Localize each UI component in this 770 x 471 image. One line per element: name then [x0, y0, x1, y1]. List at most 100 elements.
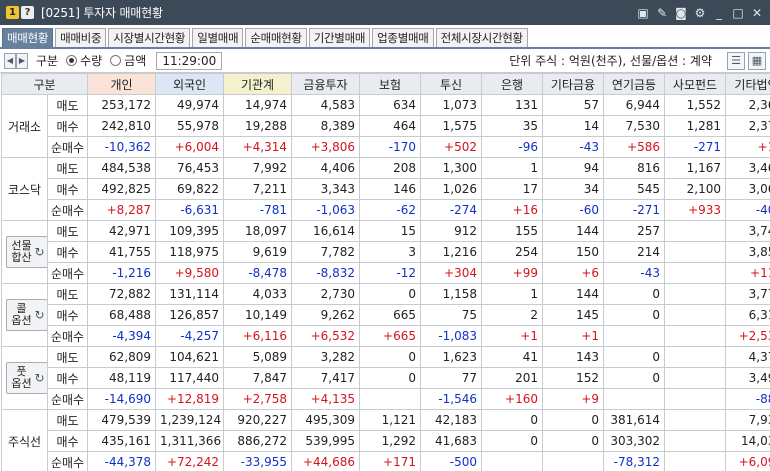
value-cell: 104,621: [155, 346, 224, 368]
market-cell[interactable]: 풋 옵션 ↻: [1, 346, 48, 410]
value-cell: 1,073: [420, 94, 482, 116]
value-cell: -6,631: [155, 199, 224, 221]
tab-6[interactable]: 업종별매매: [372, 28, 434, 47]
tab-0[interactable]: 매매현황: [2, 28, 54, 47]
list-view-icon[interactable]: ☰: [727, 51, 745, 70]
time-input[interactable]: 11:29:00: [156, 51, 223, 70]
value-cell: 492,825: [87, 178, 156, 200]
value-cell: -271: [603, 199, 665, 221]
radio-quantity[interactable]: 수량: [66, 52, 102, 69]
column-header-8[interactable]: 기타금융: [542, 73, 604, 95]
market-toggle-button[interactable]: 풋 옵션 ↻: [6, 362, 47, 394]
value-cell: 152: [542, 367, 604, 389]
memo-icon[interactable]: ✎: [655, 6, 669, 20]
value-cell: 0: [359, 346, 421, 368]
value-cell: -500: [420, 451, 482, 471]
screen-number-badge[interactable]: 1: [6, 6, 19, 19]
value-cell: 214: [603, 241, 665, 263]
market-cell[interactable]: 선물 합산 ↻: [1, 220, 48, 284]
column-header-0[interactable]: 구분: [1, 73, 88, 95]
value-cell: 1,158: [420, 283, 482, 305]
value-cell: -78,312: [603, 451, 665, 471]
tab-1[interactable]: 매매비중: [55, 28, 107, 47]
prev-arrow-icon[interactable]: ◀: [4, 52, 16, 69]
value-cell: 4,406: [291, 157, 360, 179]
value-cell: 131: [481, 94, 543, 116]
value-cell: -271: [664, 136, 726, 158]
value-cell: 1,552: [664, 94, 726, 116]
tab-4[interactable]: 순매매현황: [245, 28, 307, 47]
column-header-5[interactable]: 보험: [359, 73, 421, 95]
value-cell: 109,395: [155, 220, 224, 242]
maximize-icon[interactable]: □: [731, 6, 745, 20]
market-button-label: 옵션: [11, 314, 32, 327]
value-cell: 14,030: [725, 430, 770, 452]
gubun-label: 구분: [36, 54, 59, 68]
value-cell: 242,810: [87, 115, 156, 137]
value-cell: 118,975: [155, 241, 224, 263]
value-cell: 6,944: [603, 94, 665, 116]
value-cell: 15: [359, 220, 421, 242]
refresh-icon[interactable]: ↻: [34, 372, 44, 384]
value-cell: 55,978: [155, 115, 224, 137]
market-cell: 거래소: [1, 94, 48, 158]
grid-view-icon[interactable]: ▦: [748, 51, 766, 70]
next-arrow-icon[interactable]: ▶: [16, 52, 28, 69]
tab-5[interactable]: 기간별매매: [308, 28, 371, 47]
tab-2[interactable]: 시장별시간현황: [108, 28, 191, 47]
refresh-icon[interactable]: ↻: [34, 246, 44, 258]
value-cell: 1,292: [359, 430, 421, 452]
window-icon[interactable]: ▣: [636, 6, 650, 20]
value-cell: 150: [542, 241, 604, 263]
market-toggle-button[interactable]: 선물 합산 ↻: [6, 236, 47, 268]
value-cell: 145: [542, 304, 604, 326]
value-cell: 3: [359, 241, 421, 263]
value-cell: +1: [542, 325, 604, 347]
column-header-3[interactable]: 기관계: [223, 73, 292, 95]
radio-amount-dot[interactable]: [110, 55, 122, 66]
value-cell: -96: [481, 136, 543, 158]
table-row: 풋 옵션 ↻ 매도 62,809 104,621 5,089 3,282 0 1,623 41 143…: [1, 346, 770, 410]
row-label-sell: 매도: [47, 283, 88, 305]
value-cell: [664, 388, 726, 410]
column-header-7[interactable]: 은행: [481, 73, 543, 95]
value-cell: [664, 430, 726, 452]
column-header-9[interactable]: 연기금등: [603, 73, 665, 95]
tab-7[interactable]: 전체시장시간현황: [435, 28, 528, 47]
column-header-4[interactable]: 금융투자: [291, 73, 360, 95]
market-toggle-button[interactable]: 콜 옵션 ↻: [6, 299, 47, 331]
value-cell: 77: [420, 367, 482, 389]
market-cell[interactable]: 콜 옵션 ↻: [1, 283, 48, 347]
row-label-net: 순매수: [47, 199, 88, 221]
column-header-6[interactable]: 투신: [420, 73, 482, 95]
table-row: 코스닥 매도 484,538 76,453 7,992 4,406 208 1,300 1 94 8…: [1, 157, 770, 221]
value-cell: 69,822: [155, 178, 224, 200]
refresh-icon[interactable]: ↻: [34, 309, 44, 321]
column-header-11[interactable]: 기타법인: [725, 73, 770, 95]
value-cell: -1,546: [420, 388, 482, 410]
row-label-sell: 매도: [47, 220, 88, 242]
value-cell: 10,149: [223, 304, 292, 326]
minimize-icon[interactable]: _: [712, 6, 726, 20]
radio-amount[interactable]: 금액: [110, 52, 146, 69]
value-cell: 6,313: [725, 304, 770, 326]
column-header-1[interactable]: 개인: [87, 73, 156, 95]
tab-3[interactable]: 일별매매: [192, 28, 244, 47]
row-label-net: 순매수: [47, 388, 88, 410]
column-header-2[interactable]: 외국인: [155, 73, 224, 95]
value-cell: [664, 409, 726, 431]
value-cell: 3,282: [291, 346, 360, 368]
close-icon[interactable]: ✕: [750, 6, 764, 20]
value-cell: 155: [481, 220, 543, 242]
help-badge[interactable]: ?: [21, 6, 34, 19]
radio-quantity-dot[interactable]: [66, 55, 78, 66]
table-row: 순매수 -10,362 +6,004 +4,314 +3,806 -170 +502 -96-…: [2, 136, 770, 158]
row-label-buy: 매수: [47, 367, 88, 389]
market-button-label: 합산: [11, 251, 32, 264]
gear-icon[interactable]: ⚙: [693, 6, 707, 20]
value-cell: -403: [725, 199, 770, 221]
value-cell: +1: [481, 325, 543, 347]
table-row: 순매수 -44,378 +72,242 -33,955 +44,686 +171 -500 -…: [2, 451, 770, 471]
column-header-10[interactable]: 사모펀드: [664, 73, 726, 95]
camera-icon[interactable]: ◙: [674, 6, 688, 20]
